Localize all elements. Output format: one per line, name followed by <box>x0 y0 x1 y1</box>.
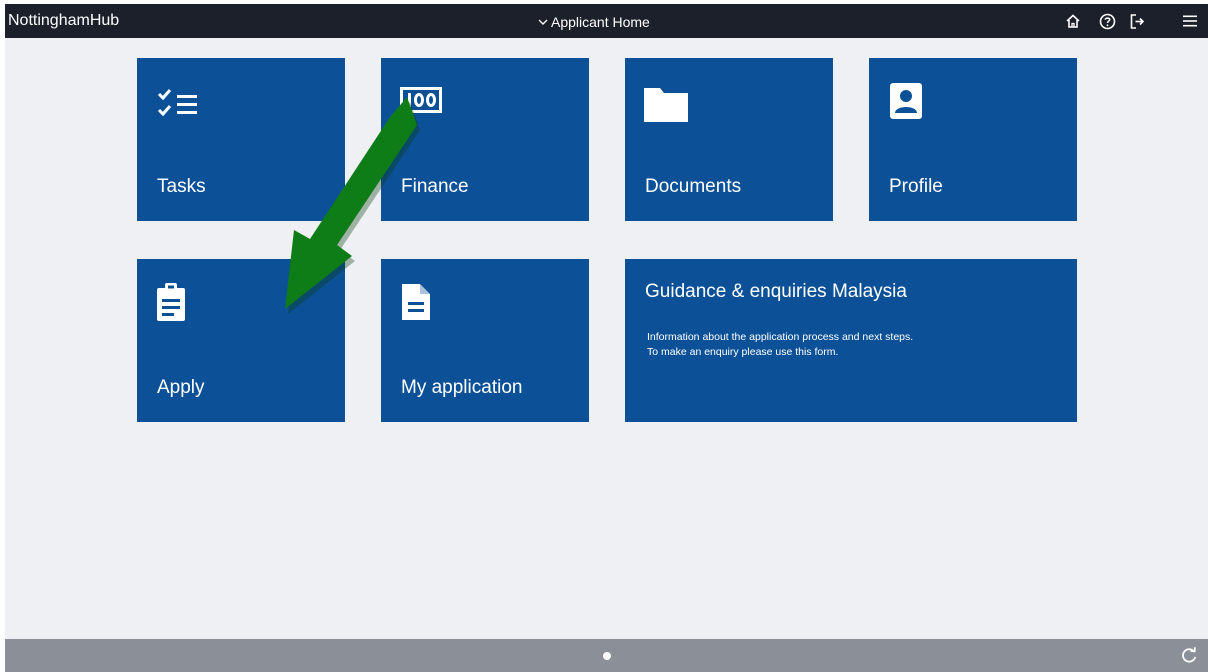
tile-label: Tasks <box>157 176 206 197</box>
page-title-dropdown[interactable]: Applicant Home <box>538 13 650 31</box>
guidance-title: Guidance & enquiries Malaysia <box>645 281 907 302</box>
folder-icon <box>644 88 688 122</box>
tile-documents[interactable]: Documents <box>625 58 833 221</box>
app-window: NottinghamHub Applicant Home Tasks Finan… <box>5 4 1208 672</box>
home-icon[interactable] <box>1062 10 1084 32</box>
tile-profile[interactable]: Profile <box>869 58 1077 221</box>
bottom-bar <box>5 639 1208 672</box>
menu-icon[interactable] <box>1179 10 1201 32</box>
refresh-icon[interactable] <box>1179 645 1199 665</box>
tile-label: Profile <box>889 176 943 197</box>
tile-label: Finance <box>401 176 469 197</box>
tile-finance[interactable]: Finance <box>381 58 589 221</box>
document-icon <box>402 284 430 320</box>
logout-icon[interactable] <box>1126 10 1148 32</box>
tile-label: Documents <box>645 176 742 197</box>
money-icon <box>400 87 442 113</box>
clipboard-icon <box>157 283 185 321</box>
guidance-line: Information about the application proces… <box>647 331 914 343</box>
help-icon[interactable] <box>1096 10 1118 32</box>
page-indicator-dot[interactable] <box>603 652 611 660</box>
checklist-icon <box>157 89 197 117</box>
tile-guidance-enquiries[interactable]: Guidance & enquiries Malaysia Informatio… <box>625 259 1077 422</box>
tile-tasks[interactable]: Tasks <box>137 58 345 221</box>
guidance-description: Information about the application proces… <box>647 330 913 360</box>
tile-apply[interactable]: Apply <box>137 259 345 422</box>
chevron-down-icon <box>538 19 548 25</box>
brand-name: NottinghamHub <box>8 12 120 29</box>
tile-label: My application <box>401 377 523 398</box>
guidance-line: To make an enquiry please use this form. <box>647 346 839 358</box>
top-bar: NottinghamHub Applicant Home <box>5 4 1208 38</box>
tile-my-application[interactable]: My application <box>381 259 589 422</box>
person-icon <box>890 83 922 119</box>
page-title: Applicant Home <box>551 14 650 30</box>
tile-label: Apply <box>157 377 205 398</box>
